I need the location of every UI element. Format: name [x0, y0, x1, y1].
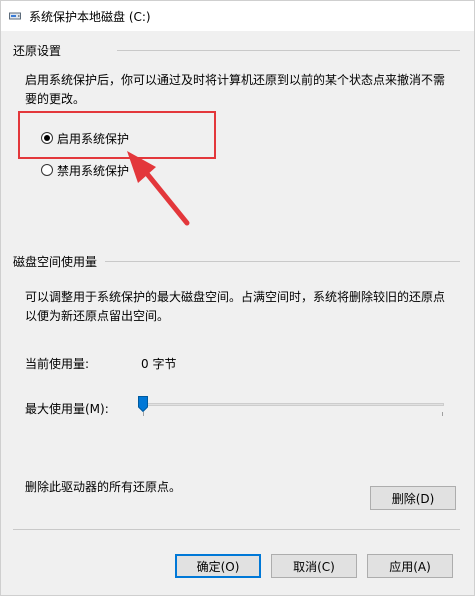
current-usage-label: 当前使用量:: [25, 357, 90, 371]
delete-button[interactable]: 删除(D): [370, 486, 456, 510]
section-divider: [117, 50, 460, 51]
disk-usage-description: 可以调整用于系统保护的最大磁盘空间。占满空间时，系统将删除较旧的还原点 以便为新…: [25, 290, 446, 323]
radio-unchecked-icon[interactable]: [41, 164, 53, 176]
window-title: 系统保护本地磁盘 (C:): [29, 10, 151, 24]
cancel-button[interactable]: 取消(C): [271, 554, 357, 578]
restore-description: 启用系统保护后，你可以通过及时将计算机还原到以前的某个状态点来撤消不需 要的更改…: [25, 73, 446, 106]
system-protection-dialog: 系统保护本地磁盘 (C:) 还原设置 启用系统保护后，你可以通过及时将计算机还原…: [0, 0, 475, 596]
disable-protection-label: 禁用系统保护: [57, 163, 130, 178]
slider-thumb[interactable]: [138, 396, 148, 412]
max-usage-slider[interactable]: [141, 403, 444, 406]
section-divider: [105, 261, 460, 262]
apply-button[interactable]: 应用(A): [367, 554, 453, 578]
footer-divider: [13, 529, 460, 530]
annotation-highlight-box: [18, 111, 216, 159]
drive-icon: [9, 12, 21, 20]
disable-protection-radio[interactable]: 禁用系统保护: [41, 161, 129, 179]
current-usage-value: 0 字节: [141, 357, 177, 371]
max-usage-label: 最大使用量(M):: [25, 402, 109, 416]
delete-points-text: 删除此驱动器的所有还原点。: [25, 480, 182, 494]
title-bar: 系统保护本地磁盘 (C:): [1, 1, 474, 31]
restore-settings-title: 还原设置: [13, 44, 62, 58]
ok-button[interactable]: 确定(O): [175, 554, 261, 578]
slider-ticks: [143, 412, 443, 416]
disk-usage-title: 磁盘空间使用量: [13, 255, 98, 269]
